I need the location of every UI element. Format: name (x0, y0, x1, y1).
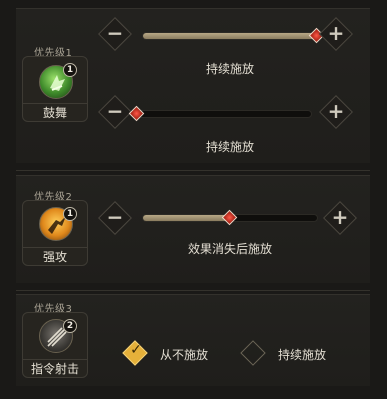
slider-fill-3 (143, 215, 230, 221)
plus-icon[interactable]: + (330, 207, 350, 228)
skill-name-1: 鼓舞 (23, 103, 87, 121)
check-icon: ✓ (130, 342, 142, 358)
skill-name-3: 指令射击 (23, 359, 87, 377)
skill-slot-1[interactable]: 1 鼓舞 (22, 56, 88, 122)
slider-fill-1 (143, 33, 317, 39)
minus-icon[interactable]: − (105, 207, 125, 228)
plus-icon[interactable]: + (326, 101, 346, 122)
divider (16, 290, 370, 291)
skill-name-2: 强攻 (23, 247, 87, 265)
plus-icon[interactable]: + (326, 23, 346, 44)
minus-icon[interactable]: − (105, 23, 125, 44)
skill-slot-3[interactable]: 2 指令射击 (22, 312, 88, 378)
skill-badge-1: 1 (63, 63, 77, 77)
slider-label-2: 持续施放 (205, 140, 254, 154)
slider-label-3: 效果消失后施放 (187, 242, 272, 256)
slider-label-1: 持续施放 (205, 62, 254, 76)
slider-track-2[interactable] (128, 105, 312, 122)
minus-icon[interactable]: − (105, 101, 125, 122)
option-label-never[interactable]: 从不施放 (160, 346, 208, 363)
skill-badge-2: 1 (63, 207, 77, 221)
skill-badge-3: 2 (63, 319, 77, 333)
skill-slot-2[interactable]: 1 强攻 (22, 200, 88, 266)
slider-track-3[interactable] (142, 209, 318, 226)
slider-track-1[interactable] (142, 27, 325, 44)
divider (16, 170, 370, 171)
option-label-continuous[interactable]: 持续施放 (278, 346, 326, 363)
